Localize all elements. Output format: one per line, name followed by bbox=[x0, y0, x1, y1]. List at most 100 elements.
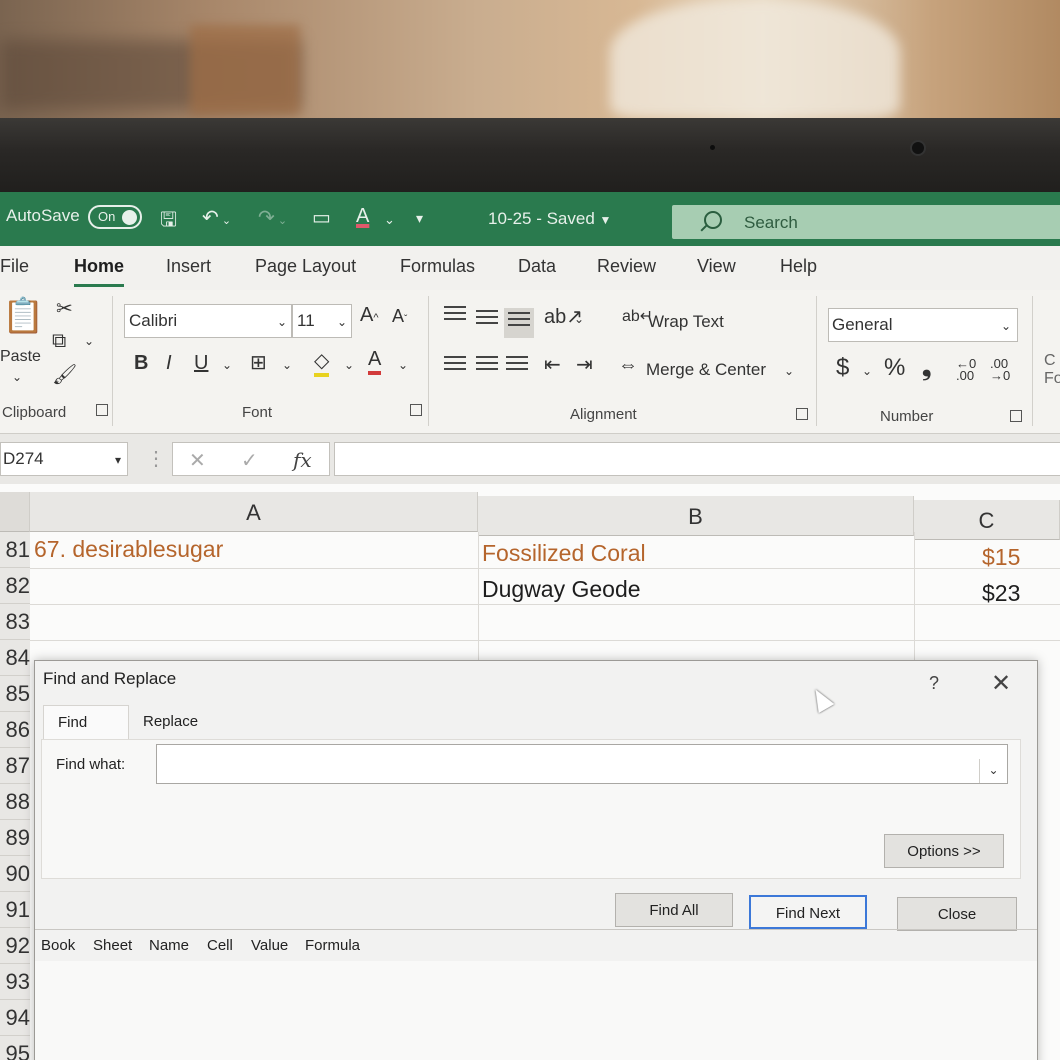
wrap-text-button[interactable]: Wrap Text bbox=[648, 312, 724, 332]
cell-b82[interactable]: Dugway Geode bbox=[482, 576, 641, 603]
formula-input[interactable] bbox=[334, 442, 1060, 476]
font-size-select[interactable]: 11 ⌄ bbox=[292, 304, 352, 338]
options-button[interactable]: Options >> bbox=[884, 834, 1004, 868]
find-what-input[interactable]: ⌄ bbox=[156, 744, 1008, 784]
format-painter-icon[interactable]: 🖌 bbox=[52, 362, 77, 387]
decrease-font-icon[interactable]: Aˇ bbox=[392, 306, 407, 327]
row-header-92[interactable]: 92 bbox=[0, 928, 30, 964]
tab-page-layout[interactable]: Page Layout bbox=[255, 256, 356, 277]
formula-bar-grip-icon[interactable]: ⋮ bbox=[146, 446, 166, 471]
row-header-93[interactable]: 93 bbox=[0, 964, 30, 1000]
merge-center-icon[interactable]: ⇔ bbox=[618, 354, 638, 377]
select-all-corner[interactable] bbox=[0, 492, 30, 532]
autosave-toggle[interactable]: On bbox=[88, 205, 142, 229]
row-header-84[interactable]: 84 bbox=[0, 640, 30, 676]
font-color-quick-icon[interactable]: A bbox=[356, 205, 369, 228]
name-box[interactable]: D274 ▾ bbox=[0, 442, 128, 476]
find-all-button[interactable]: Find All bbox=[615, 893, 733, 927]
font-color-chevron-icon[interactable]: ⌄ bbox=[398, 358, 408, 372]
increase-font-icon[interactable]: A^ bbox=[360, 304, 379, 327]
document-title[interactable]: 10-25 - Saved ▼ bbox=[488, 209, 611, 229]
copy-chevron-icon[interactable]: ⌄ bbox=[84, 334, 94, 348]
tab-home[interactable]: Home bbox=[74, 256, 125, 287]
open-folder-icon[interactable]: ▭ bbox=[312, 205, 331, 230]
tab-review[interactable]: Review bbox=[597, 256, 656, 277]
tab-view[interactable]: View bbox=[697, 256, 736, 277]
tab-file[interactable]: File bbox=[0, 256, 29, 277]
align-bottom-icon[interactable] bbox=[504, 308, 534, 338]
italic-button[interactable]: I bbox=[166, 352, 172, 375]
help-icon[interactable]: ? bbox=[929, 673, 939, 694]
tab-find[interactable]: Find bbox=[43, 705, 129, 739]
row-header-94[interactable]: 94 bbox=[0, 1000, 30, 1036]
search-box[interactable]: Search bbox=[672, 205, 1060, 239]
insert-function-icon[interactable]: fx bbox=[293, 448, 312, 472]
tab-data[interactable]: Data bbox=[518, 256, 556, 277]
paste-chevron-icon[interactable]: ⌄ bbox=[12, 370, 22, 384]
results-col-sheet[interactable]: Sheet bbox=[93, 937, 132, 954]
results-col-name[interactable]: Name bbox=[149, 937, 189, 954]
clipboard-launcher-icon[interactable] bbox=[96, 404, 108, 416]
results-col-cell[interactable]: Cell bbox=[207, 937, 233, 954]
row-header-89[interactable]: 89 bbox=[0, 820, 30, 856]
font-name-select[interactable]: Calibri ⌄ bbox=[124, 304, 292, 338]
bold-button[interactable]: B bbox=[134, 352, 148, 375]
results-list[interactable] bbox=[35, 961, 1037, 1060]
fill-color-chevron-icon[interactable]: ⌄ bbox=[344, 358, 354, 372]
align-middle-icon[interactable] bbox=[476, 310, 498, 328]
borders-chevron-icon[interactable]: ⌄ bbox=[282, 358, 292, 372]
tab-replace[interactable]: Replace bbox=[129, 705, 239, 739]
cut-icon[interactable]: ✂ bbox=[56, 296, 73, 321]
paste-icon[interactable]: 📋 bbox=[2, 296, 44, 336]
row-header-82[interactable]: 82 bbox=[0, 568, 30, 604]
align-left-icon[interactable] bbox=[444, 356, 466, 374]
number-launcher-icon[interactable] bbox=[1010, 410, 1022, 422]
row-header-86[interactable]: 86 bbox=[0, 712, 30, 748]
align-center-icon[interactable] bbox=[476, 356, 498, 374]
results-col-value[interactable]: Value bbox=[251, 937, 288, 954]
results-col-formula[interactable]: Formula bbox=[305, 937, 360, 954]
cell-c81[interactable]: $15 bbox=[982, 544, 1020, 571]
redo-icon[interactable]: ↷ ⌄ bbox=[258, 205, 287, 230]
decrease-decimal-icon[interactable]: .00 →0 bbox=[990, 357, 1010, 382]
currency-chevron-icon[interactable]: ⌄ bbox=[862, 364, 872, 378]
customize-toolbar-icon[interactable]: ▾ bbox=[416, 210, 423, 227]
percent-icon[interactable]: % bbox=[884, 354, 905, 382]
merge-center-button[interactable]: Merge & Center bbox=[646, 360, 766, 380]
column-header-a[interactable]: A bbox=[30, 492, 478, 532]
increase-decimal-icon[interactable]: ←0.00 bbox=[956, 357, 976, 382]
paste-label[interactable]: Paste bbox=[0, 348, 41, 366]
comma-style-icon[interactable]: ❟ bbox=[922, 354, 931, 382]
close-button[interactable]: Close bbox=[897, 897, 1017, 931]
orientation-chevron-icon[interactable]: ⌄ bbox=[574, 312, 584, 326]
align-top-icon[interactable] bbox=[444, 306, 466, 324]
copy-icon[interactable]: ⧉ bbox=[52, 330, 66, 353]
font-color-chevron-icon[interactable]: ⌄ bbox=[384, 212, 395, 228]
cancel-icon[interactable]: ✕ bbox=[189, 448, 206, 473]
row-header-91[interactable]: 91 bbox=[0, 892, 30, 928]
tab-help[interactable]: Help bbox=[780, 256, 817, 277]
decrease-indent-icon[interactable]: ⇤ bbox=[544, 352, 561, 377]
font-launcher-icon[interactable] bbox=[410, 404, 422, 416]
row-header-87[interactable]: 87 bbox=[0, 748, 30, 784]
merge-chevron-icon[interactable]: ⌄ bbox=[784, 364, 794, 378]
row-header-88[interactable]: 88 bbox=[0, 784, 30, 820]
fill-color-icon[interactable]: ◇ bbox=[314, 348, 330, 377]
find-next-button[interactable]: Find Next bbox=[749, 895, 867, 929]
underline-chevron-icon[interactable]: ⌄ bbox=[222, 358, 232, 372]
alignment-launcher-icon[interactable] bbox=[796, 408, 808, 420]
cell-c82[interactable]: $23 bbox=[982, 580, 1020, 607]
find-history-chevron-icon[interactable]: ⌄ bbox=[979, 759, 1007, 783]
undo-icon[interactable]: ↶ ⌄ bbox=[202, 205, 231, 230]
row-header-85[interactable]: 85 bbox=[0, 676, 30, 712]
underline-button[interactable]: U bbox=[194, 352, 208, 375]
row-header-90[interactable]: 90 bbox=[0, 856, 30, 892]
close-icon[interactable]: ✕ bbox=[991, 669, 1011, 698]
currency-icon[interactable]: $ bbox=[836, 354, 849, 382]
number-format-select[interactable]: General ⌄ bbox=[828, 308, 1018, 342]
tab-formulas[interactable]: Formulas bbox=[400, 256, 475, 277]
column-header-b[interactable]: B bbox=[478, 496, 914, 536]
cell-b81[interactable]: Fossilized Coral bbox=[482, 540, 646, 567]
borders-icon[interactable]: ⊞ bbox=[250, 350, 267, 375]
column-header-c[interactable]: C bbox=[914, 500, 1060, 540]
